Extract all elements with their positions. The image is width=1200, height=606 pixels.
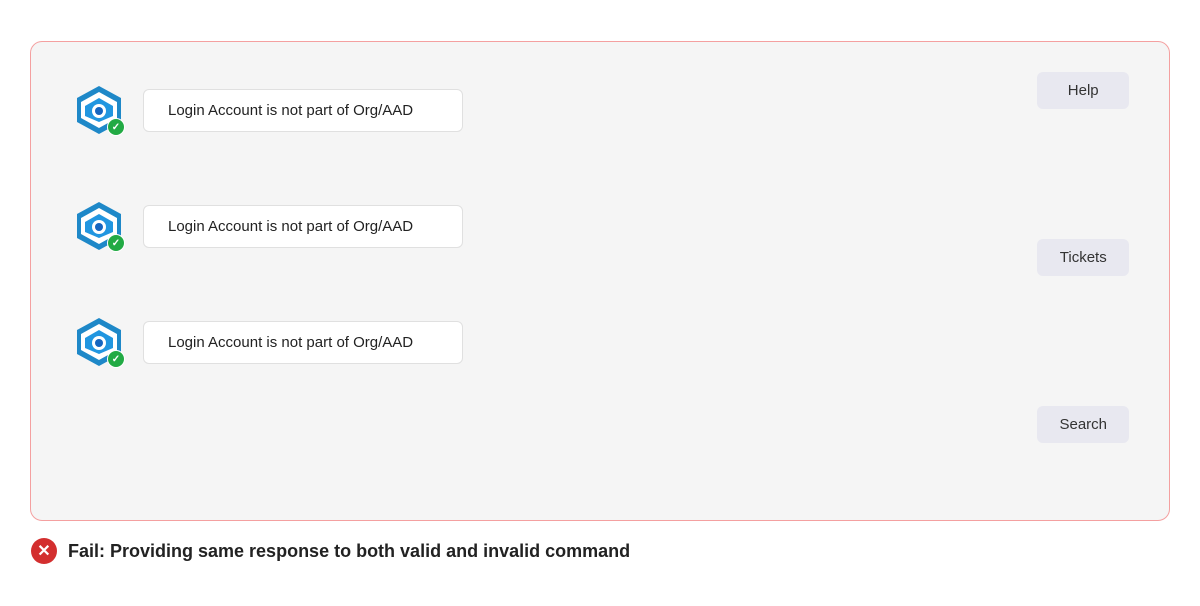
svg-text:✕: ✕ (37, 543, 50, 560)
item-label-2: Login Account is not part of Org/AAD (143, 205, 463, 248)
tickets-button[interactable]: Tickets (1037, 239, 1129, 276)
check-badge-2 (107, 234, 125, 252)
screenshot-container: Help Tickets Search (30, 41, 1170, 521)
items-section: Login Account is not part of Org/AAD Log… (71, 82, 1129, 390)
item-label-1: Login Account is not part of Org/AAD (143, 89, 463, 132)
check-badge-1 (107, 118, 125, 136)
help-button[interactable]: Help (1037, 72, 1129, 109)
fail-bar: ✕ Fail: Providing same response to both … (30, 537, 1170, 565)
item-label-3: Login Account is not part of Org/AAD (143, 321, 463, 364)
list-item: Login Account is not part of Org/AAD (71, 314, 1129, 370)
fail-icon: ✕ (30, 537, 58, 565)
app-icon-1 (71, 82, 127, 138)
app-icon-2 (71, 198, 127, 254)
app-icon-3 (71, 314, 127, 370)
list-item: Login Account is not part of Org/AAD (71, 82, 1129, 138)
right-buttons-panel: Help Tickets Search (1037, 72, 1129, 443)
list-item: Login Account is not part of Org/AAD (71, 198, 1129, 254)
fail-message: Fail: Providing same response to both va… (68, 541, 630, 562)
check-badge-3 (107, 350, 125, 368)
search-button[interactable]: Search (1037, 406, 1129, 443)
